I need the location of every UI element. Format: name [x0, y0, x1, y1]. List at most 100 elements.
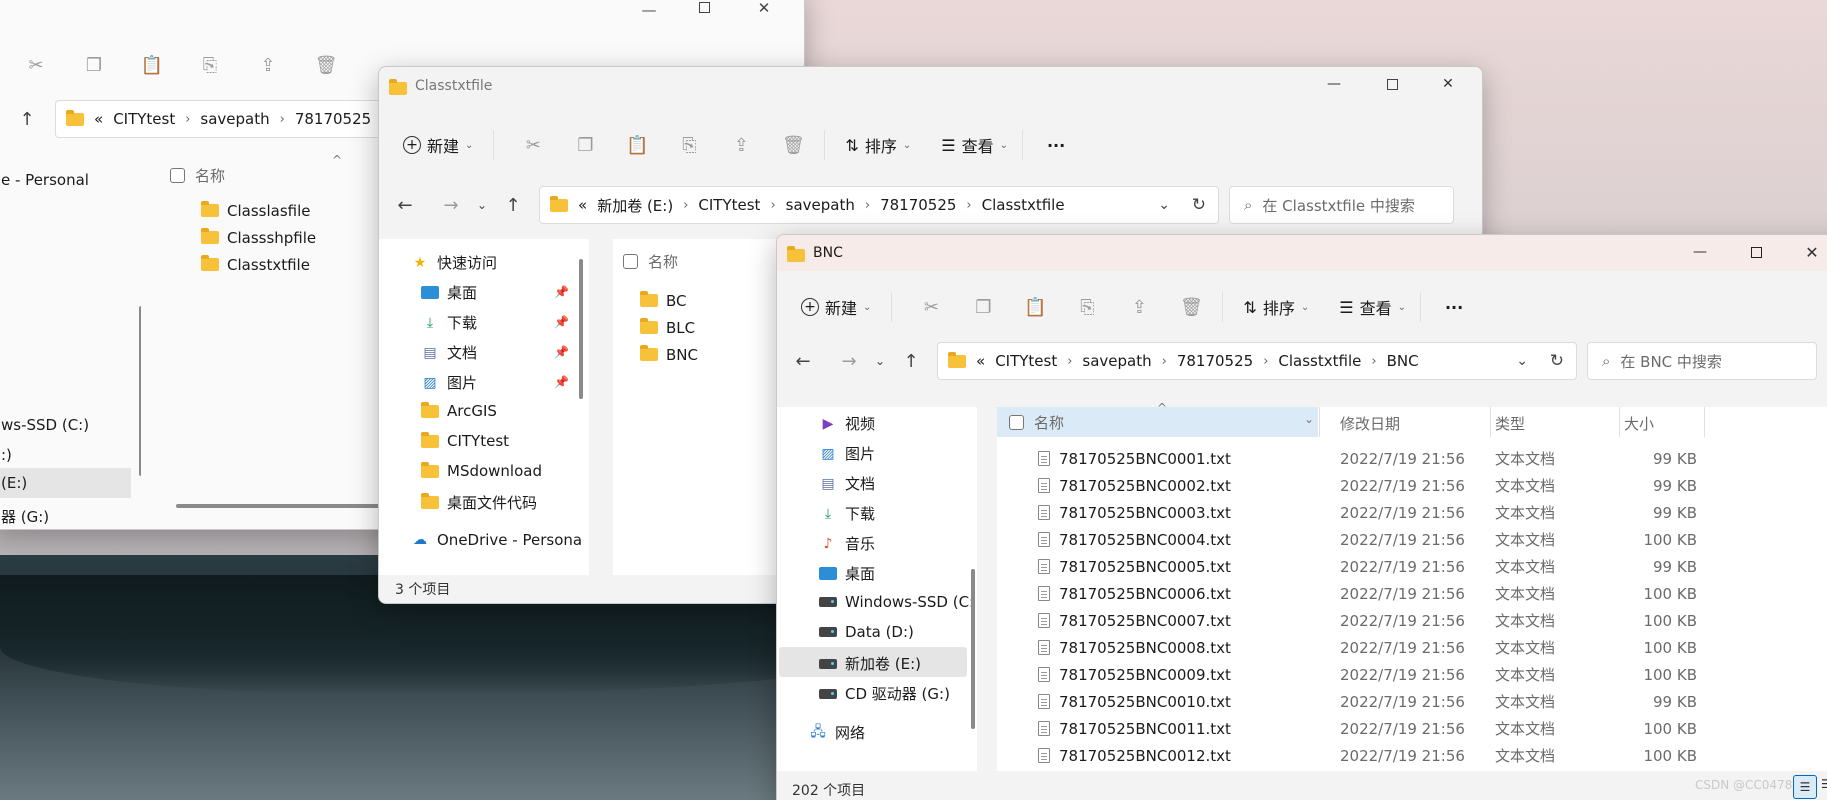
address-bar[interactable]: « CITYtest › savepath › 78170525 — [55, 100, 390, 138]
column-header-name[interactable]: 名称 — [170, 165, 225, 186]
rename-icon[interactable]: ⎘ — [672, 128, 706, 162]
title-bar[interactable]: Classtxtfile — ✕ — [379, 67, 1482, 105]
forward-arrow-icon[interactable]: → — [829, 351, 869, 372]
list-item[interactable]: Classshpfile — [156, 226, 386, 249]
share-icon[interactable]: ⇪ — [724, 128, 758, 162]
maximize-button[interactable] — [1733, 235, 1779, 269]
cut-icon[interactable]: ✂ — [914, 290, 948, 324]
search-input[interactable]: ⌕ 在 Classtxtfile 中搜索 — [1229, 186, 1454, 224]
horizontal-scrollbar[interactable] — [176, 504, 386, 508]
refresh-icon[interactable]: ↻ — [1192, 195, 1206, 215]
pin-icon[interactable]: 📌 — [554, 375, 569, 389]
more-options-button[interactable]: ··· — [1445, 298, 1463, 317]
select-all-checkbox[interactable] — [1009, 414, 1024, 430]
paste-icon[interactable]: 📋 — [1018, 290, 1052, 324]
breadcrumb-item[interactable]: savepath — [200, 110, 269, 128]
nav-item-drive-g[interactable]: 器 (G:) — [1, 506, 49, 527]
cut-icon[interactable]: ✂ — [516, 128, 550, 162]
nav-item-drive-e[interactable]: 新加卷 (E:) — [819, 653, 921, 674]
pin-icon[interactable]: 📌 — [554, 345, 569, 359]
new-button[interactable]: + 新建 ⌄ — [801, 295, 871, 319]
table-row[interactable]: 78170525BNC0007.txt 2022/7/19 21:56 文本文档 10… — [997, 609, 1827, 632]
pin-icon[interactable]: 📌 — [554, 285, 569, 299]
column-header-type[interactable]: 类型 — [1495, 413, 1525, 434]
close-button[interactable]: ✕ — [1425, 67, 1471, 101]
paste-icon[interactable]: 📋 — [135, 48, 169, 82]
table-row[interactable]: 78170525BNC0005.txt 2022/7/19 21:56 文本文档 99… — [997, 555, 1827, 578]
table-row[interactable]: 78170525BNC0010.txt 2022/7/19 21:56 文本文档 99… — [997, 690, 1827, 713]
breadcrumb-item[interactable]: 78170525 — [880, 196, 956, 214]
paste-icon[interactable]: 📋 — [620, 128, 654, 162]
breadcrumb-item[interactable]: CITYtest — [995, 352, 1057, 370]
delete-icon[interactable]: 🗑 — [309, 48, 343, 82]
close-button[interactable]: ✕ — [1789, 235, 1827, 269]
column-header-size[interactable]: 大小 — [1624, 413, 1654, 434]
select-all-checkbox[interactable] — [170, 168, 185, 183]
close-button[interactable]: ✕ — [741, 0, 787, 19]
cut-icon[interactable]: ✂ — [19, 48, 53, 82]
view-button[interactable]: ☰ 查看 ⌄ — [1339, 295, 1406, 319]
minimize-button[interactable]: — — [1311, 67, 1357, 101]
column-header-date[interactable]: 修改日期 — [1340, 413, 1400, 434]
minimize-button[interactable]: — — [1677, 235, 1723, 269]
nav-item-onedrive[interactable]: e - Personal — [1, 171, 89, 189]
back-arrow-icon[interactable]: ← — [385, 195, 425, 216]
table-row[interactable]: 78170525BNC0002.txt 2022/7/19 21:56 文本文档 99… — [997, 474, 1827, 497]
breadcrumb-item[interactable]: 新加卷 (E:) — [597, 195, 673, 216]
title-bar[interactable]: BNC — ✕ — [777, 235, 1827, 271]
tiles-view-icon[interactable]: ☰ — [1821, 777, 1827, 791]
breadcrumb-item[interactable]: CITYtest — [698, 196, 760, 214]
share-icon[interactable]: ⇪ — [251, 48, 285, 82]
nav-item-drive-c[interactable]: Windows-SSD (C: — [819, 593, 974, 611]
nav-item-drive-d[interactable]: Data (D:) — [819, 623, 914, 641]
more-options-button[interactable]: ··· — [1047, 136, 1065, 155]
pin-icon[interactable]: 📌 — [554, 315, 569, 329]
table-row[interactable]: 78170525BNC0012.txt 2022/7/19 21:56 文本文档 10… — [997, 744, 1827, 767]
back-arrow-icon[interactable]: ← — [783, 351, 823, 372]
nav-scrollbar[interactable] — [139, 306, 141, 476]
nav-item-citytest[interactable]: CITYtest — [421, 431, 509, 450]
column-header-name[interactable]: 名称 — [623, 251, 678, 272]
nav-scrollbar[interactable] — [971, 569, 975, 729]
address-bar[interactable]: « CITYtest › savepath › 78170525 › Class… — [937, 342, 1577, 380]
copy-icon[interactable]: ❐ — [77, 48, 111, 82]
new-button[interactable]: + 新建 ⌄ — [403, 133, 473, 157]
column-dropdown-chevron-icon[interactable]: ⌄ — [1304, 412, 1314, 426]
view-button[interactable]: ☰ 查看 ⌄ — [941, 133, 1008, 157]
select-all-checkbox[interactable] — [623, 254, 638, 269]
delete-icon[interactable]: 🗑 — [1174, 290, 1208, 324]
up-arrow-icon[interactable]: ↑ — [7, 109, 47, 130]
up-arrow-icon[interactable]: ↑ — [493, 195, 533, 216]
table-row[interactable]: 78170525BNC0001.txt 2022/7/19 21:56 文本文档 99… — [997, 447, 1827, 470]
nav-item-pictures[interactable]: ▨ 图片 — [421, 372, 477, 393]
breadcrumb-item[interactable]: Classtxtfile — [982, 196, 1065, 214]
nav-item-videos[interactable]: ▶ 视频 — [819, 413, 875, 434]
nav-item-pictures[interactable]: ▨ 图片 — [819, 443, 875, 464]
nav-item-documents[interactable]: ▤ 文档 — [819, 473, 875, 494]
copy-icon[interactable]: ❐ — [966, 290, 1000, 324]
breadcrumb-item[interactable]: savepath — [786, 196, 855, 214]
list-item[interactable]: Classtxtfile — [156, 253, 386, 276]
nav-item-drive-e[interactable]: (E:) — [0, 468, 131, 498]
address-bar[interactable]: « 新加卷 (E:) › CITYtest › savepath › 78170… — [539, 186, 1219, 224]
table-row[interactable]: 78170525BNC0004.txt 2022/7/19 21:56 文本文档 10… — [997, 528, 1827, 551]
breadcrumb-item[interactable]: 78170525 — [295, 110, 371, 128]
refresh-icon[interactable]: ↻ — [1550, 351, 1564, 371]
nav-item-network[interactable]: 🖧 网络 — [809, 722, 865, 743]
table-row[interactable]: 78170525BNC0008.txt 2022/7/19 21:56 文本文档 10… — [997, 636, 1827, 659]
forward-arrow-icon[interactable]: → — [431, 195, 471, 216]
explorer-window-bnc[interactable]: BNC — ✕ + 新建 ⌄ ✂ ❐ 📋 ⎘ ⇪ 🗑 ⇅ 排序 ⌄ ☰ 查看 ⌄… — [776, 234, 1827, 800]
nav-item-desktop[interactable]: 桌面 — [819, 563, 875, 584]
details-view-icon[interactable]: ☰ — [1793, 775, 1817, 799]
address-dropdown-chevron-icon[interactable]: ⌄ — [1516, 353, 1528, 369]
nav-scrollbar[interactable] — [579, 259, 583, 399]
nav-item-downloads[interactable]: ⤓ 下载 — [421, 312, 477, 333]
rename-icon[interactable]: ⎘ — [193, 48, 227, 82]
nav-item-desktop[interactable]: 桌面 — [421, 282, 477, 303]
nav-item-desktop-code[interactable]: 桌面文件代码 — [421, 492, 537, 513]
table-row[interactable]: 78170525BNC0006.txt 2022/7/19 21:56 文本文档 10… — [997, 582, 1827, 605]
sort-button[interactable]: ⇅ 排序 ⌄ — [845, 133, 911, 157]
share-icon[interactable]: ⇪ — [1122, 290, 1156, 324]
nav-item-quick-access[interactable]: ★ 快速访问 — [411, 252, 497, 273]
table-row[interactable]: 78170525BNC0003.txt 2022/7/19 21:56 文本文档 99… — [997, 501, 1827, 524]
